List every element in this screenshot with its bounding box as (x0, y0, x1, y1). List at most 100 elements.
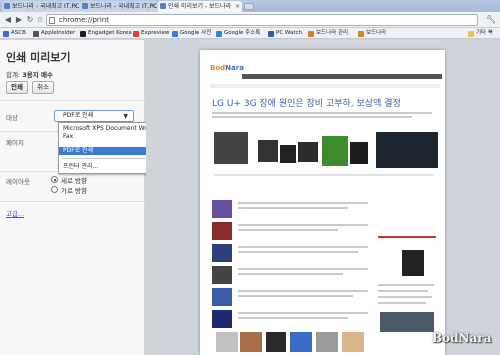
sidebar-image (402, 250, 424, 276)
article-image (280, 145, 296, 163)
close-tab-icon[interactable]: × (151, 1, 156, 12)
destination-dropdown-menu: Microsoft XPS Document Writer Fax PDF로 인… (58, 122, 157, 174)
bookmark-label: 기타 북 (476, 30, 493, 36)
text-line (378, 284, 434, 286)
cancel-button[interactable]: 취소 (32, 81, 54, 94)
dropdown-arrow-icon: ▼ (123, 113, 128, 120)
text-line (238, 317, 348, 319)
text-line (238, 251, 358, 253)
tab-strip: 보드나라 - 국내최고 IT,PC × 보드나라 - 국내최고 IT,PC × … (0, 0, 500, 12)
text-line (238, 229, 338, 231)
text-line (212, 112, 432, 114)
list-item-image (212, 222, 232, 240)
bookmark-item[interactable]: Google 주소록 (216, 29, 260, 38)
bookmark-favicon (268, 31, 274, 37)
new-tab-button[interactable] (244, 3, 254, 10)
tab-bodnara-2[interactable]: 보드나라 - 국내최고 IT,PC × (80, 1, 158, 12)
divider (0, 100, 145, 101)
wrench-menu-icon[interactable]: 🔧︎ (486, 15, 496, 25)
bookmark-favicon (80, 31, 86, 37)
watermark: BodNara (432, 331, 492, 345)
tab-title: 보드나라 - 국내최고 IT,PC (12, 3, 80, 10)
page-icon (49, 17, 55, 24)
bookmark-item[interactable]: Expreview (133, 29, 169, 38)
back-icon[interactable]: ◀ (3, 15, 13, 25)
bookmark-item[interactable]: 보드나라 (358, 29, 386, 38)
text-line (238, 207, 348, 209)
bookmark-item[interactable]: 기타 북 (468, 29, 493, 38)
bookmark-label: ASCB (11, 30, 26, 36)
bookmark-item[interactable]: ASCB (3, 29, 26, 38)
bookmark-item[interactable]: Engadget Korea (80, 29, 132, 38)
portrait-radio[interactable]: 세로 방향 (51, 175, 87, 185)
summary-value: 3용지 매수 (22, 71, 53, 79)
divider (0, 201, 145, 202)
bookmark-label: 보드나라 (366, 30, 387, 36)
text-line (238, 273, 343, 275)
dropdown-option[interactable]: Fax (59, 133, 153, 141)
text-line (238, 290, 368, 292)
article-image (322, 136, 348, 166)
destination-selected-value: PDF로 인쇄 (63, 112, 94, 119)
bookmark-favicon (308, 31, 314, 37)
destination-label: 대상 (6, 114, 18, 122)
close-tab-icon[interactable]: × (73, 1, 78, 12)
print-preview-area: BodNara LG U+ 3G 장애 원인은 장비 고부하, 보상액 결정 (146, 40, 500, 355)
tab-bodnara-1[interactable]: 보드나라 - 국내최고 IT,PC × (2, 1, 80, 12)
reload-icon[interactable]: ↻ (25, 15, 35, 25)
site-logo: BodNara (210, 64, 244, 72)
article-image (298, 142, 318, 162)
print-settings-panel: 인쇄 미리보기 합계: 3용지 매수 인쇄 취소 대상 페이지 레이아웃 세로 … (0, 40, 145, 355)
destination-select[interactable]: PDF로 인쇄 ▼ (54, 110, 134, 122)
article-image (376, 132, 438, 168)
bookmark-label: Google 주소록 (224, 30, 261, 36)
article-image (290, 332, 312, 352)
bookmark-label: 보드나라 관리 (316, 30, 349, 36)
bookmark-item[interactable]: Google 사전 (172, 29, 211, 38)
address-url: chrome://print (59, 16, 109, 24)
bookmark-item[interactable]: 보드나라 관리 (308, 29, 348, 38)
tab-title: 보드나라 - 국내최고 IT,PC (90, 3, 158, 10)
list-item-image (212, 200, 232, 218)
bookmark-label: Google 사전 (180, 30, 212, 36)
article-image (240, 332, 262, 352)
logo-secondary: Nara (225, 64, 244, 72)
list-item-image (212, 266, 232, 284)
dropdown-divider (62, 158, 152, 159)
star-icon[interactable]: ☆ (35, 15, 45, 25)
text-line (378, 290, 428, 292)
text-line (238, 312, 368, 314)
dropdown-option[interactable]: Microsoft XPS Document Writer (59, 125, 157, 133)
bookmark-item[interactable]: PC Watch (268, 29, 302, 38)
text-line (238, 224, 368, 226)
browser-window: 보드나라 - 국내최고 IT,PC × 보드나라 - 국내최고 IT,PC × … (0, 0, 500, 355)
bookmark-favicon (172, 31, 178, 37)
text-line (238, 202, 368, 204)
close-tab-icon[interactable]: × (235, 1, 240, 12)
pages-label: 페이지 (6, 139, 24, 147)
advanced-settings-link[interactable]: 고급... (6, 208, 24, 218)
text-line (238, 295, 353, 297)
print-summary: 합계: 3용지 매수 (6, 69, 53, 79)
landscape-radio[interactable]: 가로 방향 (51, 185, 87, 195)
bookmark-item[interactable]: AppleInsider (33, 29, 75, 38)
article-image (258, 140, 278, 162)
radio-unchecked-icon (51, 186, 58, 193)
forward-icon[interactable]: ▶ (14, 15, 24, 25)
site-favicon (160, 3, 166, 9)
list-item-image (212, 244, 232, 262)
text-line (238, 268, 368, 270)
preview-sidebar (378, 200, 438, 350)
bookmark-label: AppleInsider (41, 30, 76, 36)
article-headline: LG U+ 3G 장애 원인은 장비 고부하, 보상액 결정 (212, 99, 401, 109)
print-button[interactable]: 인쇄 (6, 81, 28, 94)
address-bar[interactable]: chrome://print (46, 14, 478, 26)
preview-page: BodNara LG U+ 3G 장애 원인은 장비 고부하, 보상액 결정 (200, 50, 445, 355)
sidebar-header (378, 236, 436, 238)
dropdown-option-selected[interactable]: PDF로 인쇄 (59, 147, 153, 155)
tab-print-preview[interactable]: 인쇄 미리보기 - 보드나라 × (158, 1, 242, 12)
bookmark-favicon (216, 31, 222, 37)
dropdown-option[interactable]: 프린터 관리... (59, 163, 153, 171)
text-line (378, 302, 426, 304)
bookmark-favicon (33, 31, 39, 37)
